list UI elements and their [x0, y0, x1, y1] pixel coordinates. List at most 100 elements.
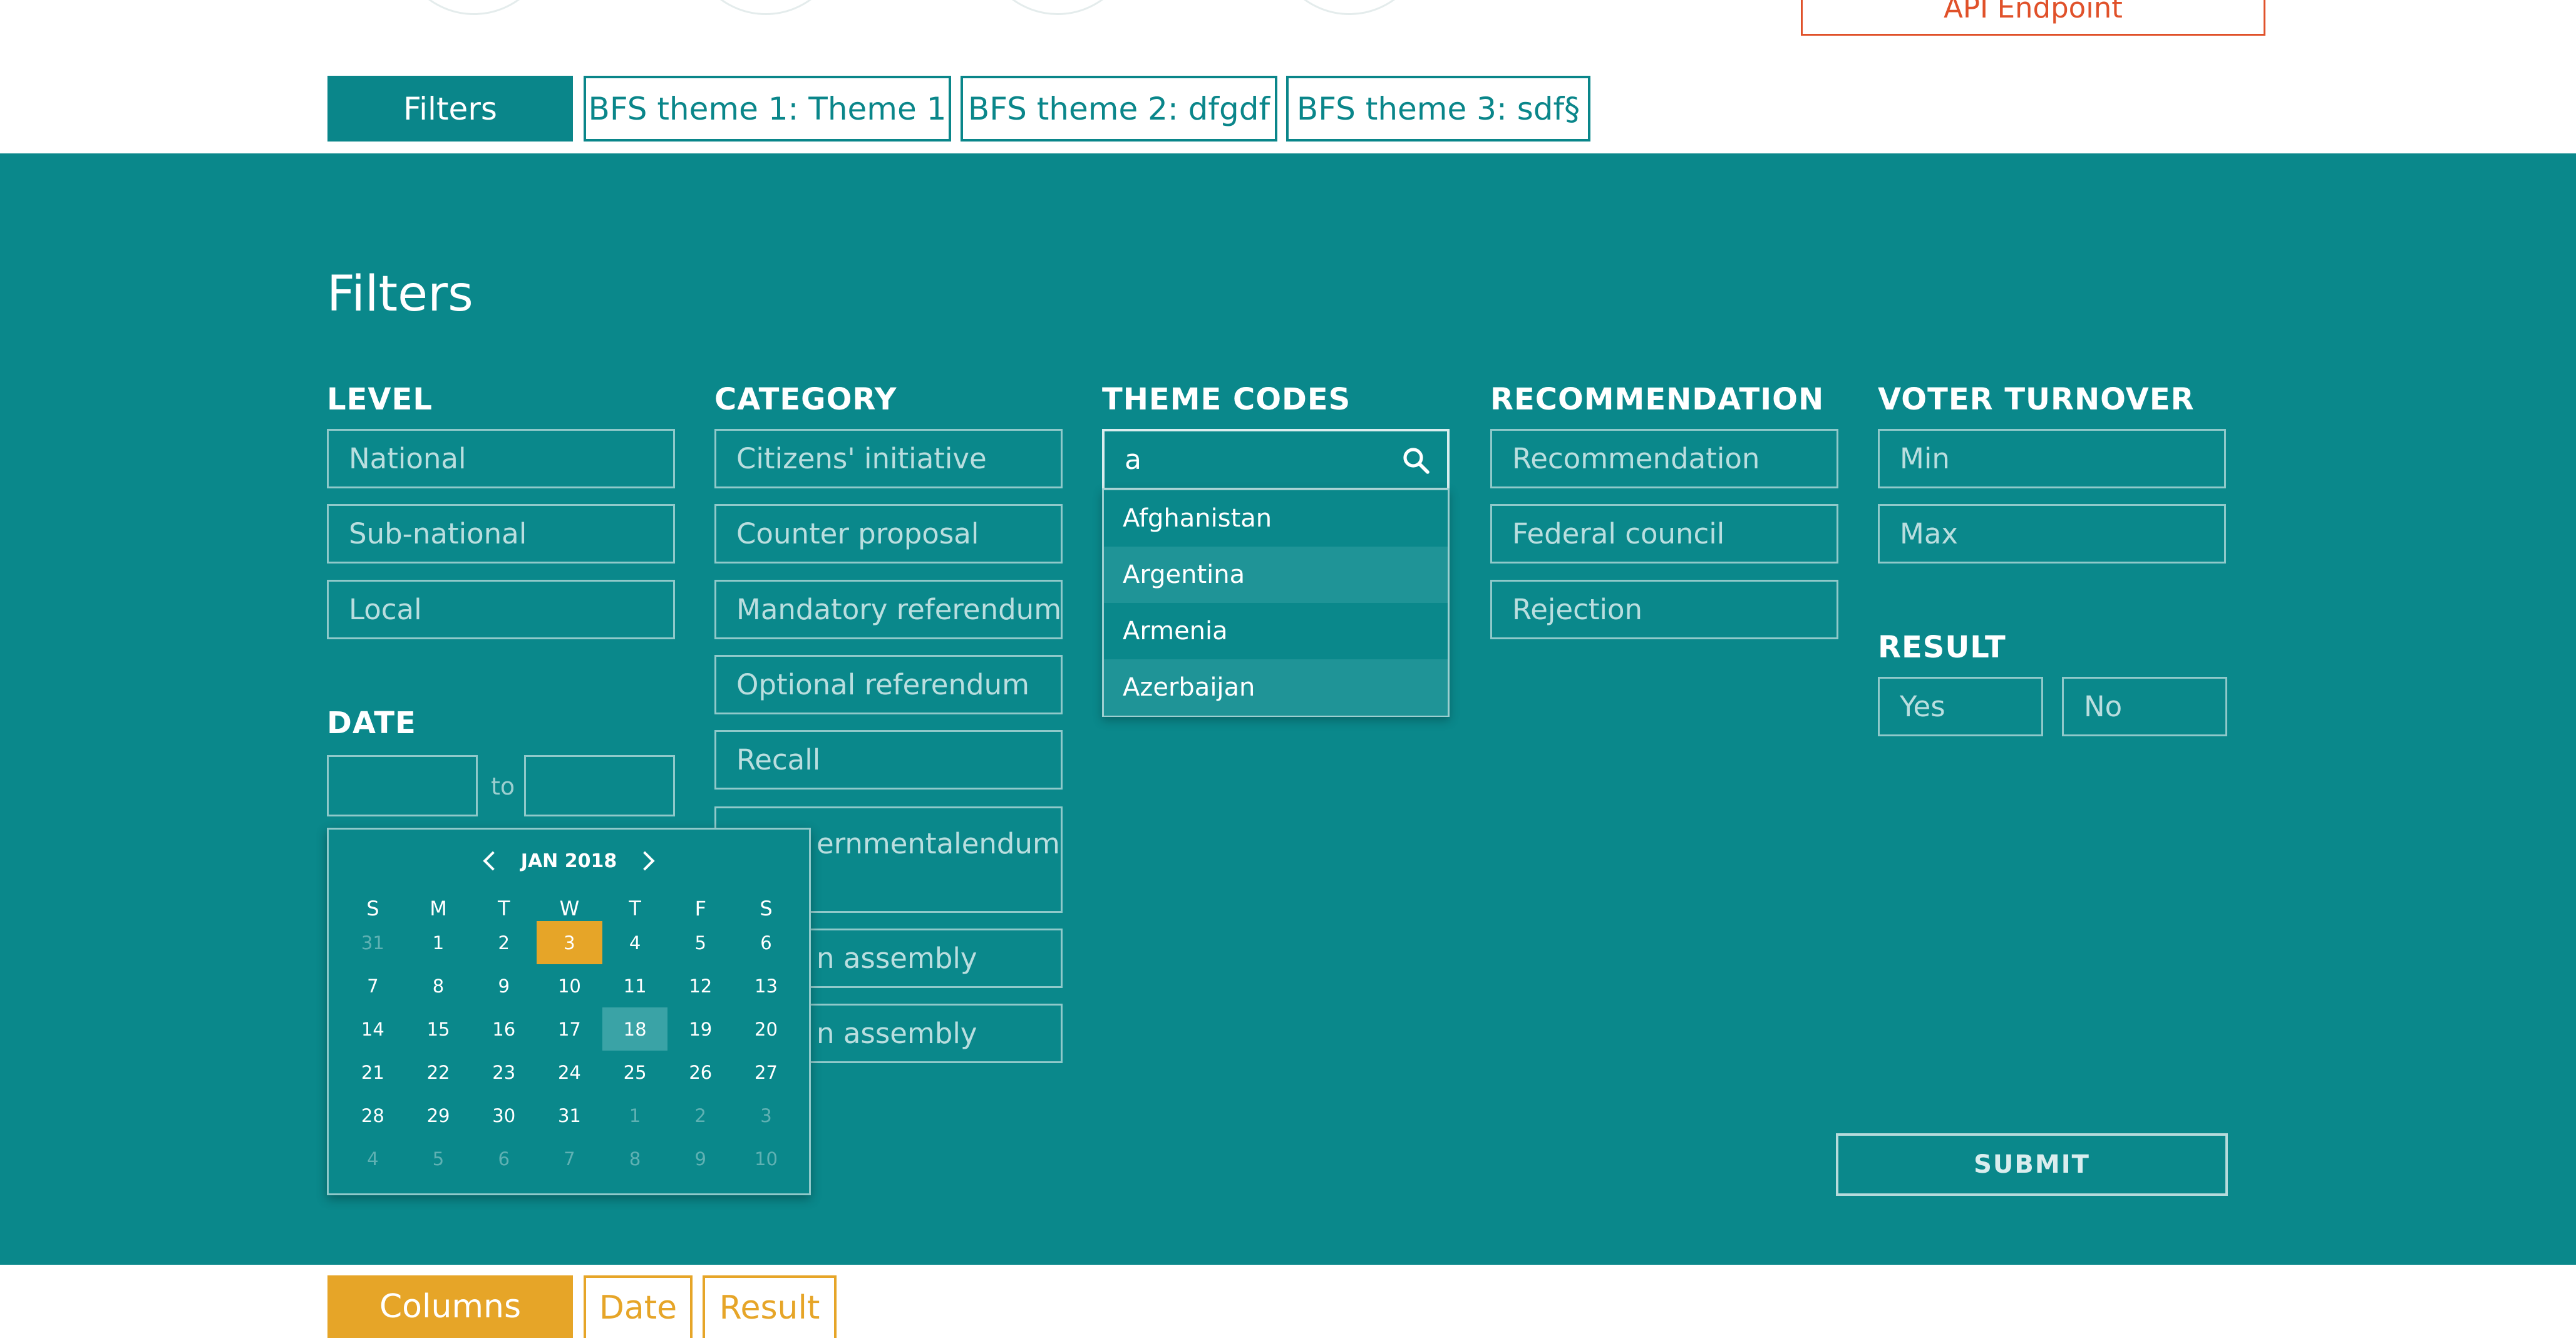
calendar-week-row: 21 22 23 24 25 26 27 [340, 1051, 799, 1094]
calendar-day[interactable]: 8 [406, 964, 471, 1007]
calendar-day[interactable]: 9 [667, 1137, 733, 1180]
calendar-day[interactable]: 4 [602, 921, 668, 964]
theme-codes-dropdown: Afghanistan Argentina Armenia Azerbaijan [1102, 488, 1450, 717]
step-circle-4 [1272, 0, 1426, 15]
calendar-day[interactable]: 17 [537, 1007, 602, 1051]
calendar-day[interactable]: 21 [340, 1051, 406, 1094]
dropdown-item-argentina[interactable]: Argentina [1104, 547, 1448, 603]
panel-title: Filters [327, 266, 473, 322]
level-option-local[interactable]: Local [327, 580, 675, 639]
calendar-day[interactable]: 9 [471, 964, 537, 1007]
date-picker-calendar: JAN 2018 S M T W T F S 31 1 2 3 4 5 6 7 … [327, 828, 811, 1195]
result-label: RESULT [1878, 630, 2006, 665]
theme-codes-search-input[interactable]: a [1102, 429, 1450, 490]
calendar-day[interactable]: 6 [733, 921, 799, 964]
calendar-day[interactable]: 19 [667, 1007, 733, 1051]
category-option-partial-text: endum [961, 827, 1060, 860]
tab-columns[interactable]: Columns [327, 1275, 573, 1338]
calendar-week-row: 7 8 9 10 11 12 13 [340, 964, 799, 1007]
chevron-right-icon[interactable] [635, 851, 655, 871]
tab-bfs-theme-1[interactable]: BFS theme 1: Theme 1 [584, 76, 951, 142]
calendar-day[interactable]: 28 [340, 1094, 406, 1137]
theme-codes-label: THEME CODES [1102, 382, 1351, 417]
category-option-mandatory-referendum[interactable]: Mandatory referendum [714, 580, 1063, 639]
chevron-left-icon[interactable] [483, 851, 503, 871]
recommendation-option-rejection[interactable]: Rejection [1490, 580, 1838, 639]
calendar-day[interactable]: 31 [537, 1094, 602, 1137]
calendar-header: JAN 2018 [329, 842, 809, 880]
calendar-day[interactable]: 16 [471, 1007, 537, 1051]
calendar-day[interactable]: 7 [340, 964, 406, 1007]
calendar-week-row: 4 5 6 7 8 9 10 [340, 1137, 799, 1180]
category-option-recall[interactable]: Recall [714, 730, 1063, 790]
calendar-day[interactable]: 27 [733, 1051, 799, 1094]
calendar-day[interactable]: 26 [667, 1051, 733, 1094]
dropdown-item-azerbaijan[interactable]: Azerbaijan [1104, 659, 1448, 716]
calendar-day[interactable]: 24 [537, 1051, 602, 1094]
calendar-day-today[interactable]: 3 [537, 921, 602, 964]
calendar-day[interactable]: 11 [602, 964, 668, 1007]
calendar-week-row: 31 1 2 3 4 5 6 [340, 921, 799, 964]
step-circle-1 [397, 0, 551, 15]
search-icon[interactable] [1401, 445, 1431, 475]
level-label: LEVEL [327, 382, 433, 417]
level-option-national[interactable]: National [327, 429, 675, 488]
calendar-day[interactable]: 12 [667, 964, 733, 1007]
calendar-day[interactable]: 29 [406, 1094, 471, 1137]
calendar-day[interactable]: 1 [602, 1094, 668, 1137]
level-option-sub-national[interactable]: Sub-national [327, 504, 675, 564]
tab-date[interactable]: Date [584, 1275, 693, 1338]
calendar-day[interactable]: 8 [602, 1137, 668, 1180]
calendar-day[interactable]: 14 [340, 1007, 406, 1051]
calendar-day-hovered[interactable]: 18 [602, 1007, 668, 1051]
calendar-month-label: JAN 2018 [520, 850, 617, 872]
category-option-counter-proposal[interactable]: Counter proposal [714, 504, 1063, 564]
tab-bfs-theme-2[interactable]: BFS theme 2: dfgdf [961, 76, 1277, 142]
recommendation-option-recommendation[interactable]: Recommendation [1490, 429, 1838, 488]
calendar-day[interactable]: 22 [406, 1051, 471, 1094]
calendar-day[interactable]: 25 [602, 1051, 668, 1094]
calendar-day[interactable]: 20 [733, 1007, 799, 1051]
calendar-day[interactable]: 1 [406, 921, 471, 964]
category-option-citizens-initiative[interactable]: Citizens' initiative [714, 429, 1063, 488]
calendar-day[interactable]: 2 [471, 921, 537, 964]
calendar-day[interactable]: 4 [340, 1137, 406, 1180]
result-option-no[interactable]: No [2062, 677, 2227, 736]
calendar-day[interactable]: 3 [733, 1094, 799, 1137]
date-from-input[interactable] [327, 755, 478, 816]
calendar-day[interactable]: 5 [406, 1137, 471, 1180]
category-option-optional-referendum[interactable]: Optional referendum [714, 655, 1063, 714]
calendar-day[interactable]: 30 [471, 1094, 537, 1137]
category-label: CATEGORY [714, 382, 897, 417]
tab-result[interactable]: Result [703, 1275, 837, 1338]
calendar-day[interactable]: 2 [667, 1094, 733, 1137]
search-input-value: a [1125, 443, 1141, 476]
tab-filters[interactable]: Filters [327, 76, 573, 142]
api-endpoint-button[interactable]: API Endpoint [1801, 0, 2265, 36]
calendar-day[interactable]: 5 [667, 921, 733, 964]
calendar-day[interactable]: 23 [471, 1051, 537, 1094]
voter-turnover-min-input[interactable]: Min [1878, 429, 2226, 488]
calendar-day[interactable]: 31 [340, 921, 406, 964]
dropdown-item-armenia[interactable]: Armenia [1104, 603, 1448, 659]
dropdown-item-afghanistan[interactable]: Afghanistan [1104, 490, 1448, 547]
calendar-week-row: 28 29 30 31 1 2 3 [340, 1094, 799, 1137]
recommendation-label: RECOMMENDATION [1490, 382, 1825, 417]
step-circle-2 [689, 0, 843, 15]
calendar-day[interactable]: 10 [733, 1137, 799, 1180]
calendar-day[interactable]: 6 [471, 1137, 537, 1180]
calendar-day[interactable]: 15 [406, 1007, 471, 1051]
date-to-input[interactable] [524, 755, 675, 816]
recommendation-option-federal-council[interactable]: Federal council [1490, 504, 1838, 564]
tab-bfs-theme-3[interactable]: BFS theme 3: sdf§ [1286, 76, 1590, 142]
voter-turnover-label: VOTER TURNOVER [1878, 382, 2195, 417]
submit-button[interactable]: SUBMIT [1836, 1133, 2228, 1196]
calendar-day[interactable]: 7 [537, 1137, 602, 1180]
category-option-partial-text: ernmental [817, 827, 962, 860]
result-option-yes[interactable]: Yes [1878, 677, 2043, 736]
step-circle-3 [981, 0, 1135, 15]
voter-turnover-max-input[interactable]: Max [1878, 504, 2226, 564]
calendar-week-row: 14 15 16 17 18 19 20 [340, 1007, 799, 1051]
calendar-day[interactable]: 10 [537, 964, 602, 1007]
calendar-day[interactable]: 13 [733, 964, 799, 1007]
